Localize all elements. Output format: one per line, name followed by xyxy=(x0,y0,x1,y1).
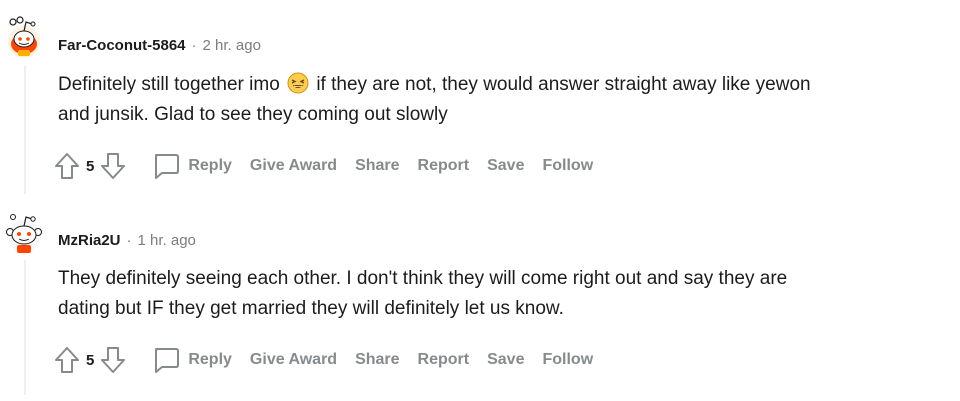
comment-text: Definitely still together imo xyxy=(58,74,280,95)
comment-body: They definitely seeing each other. I don… xyxy=(58,264,948,324)
report-button[interactable]: Report xyxy=(418,157,470,175)
comment-text: dating but IF they get married they will… xyxy=(58,298,564,319)
snoo-avatar-icon xyxy=(8,16,40,58)
upvote-arrow-icon xyxy=(55,347,79,373)
comment-text: They definitely seeing each other. I don… xyxy=(58,268,788,289)
author-name[interactable]: Far-Coconut-5864 xyxy=(58,37,186,54)
follow-button[interactable]: Follow xyxy=(542,351,593,369)
share-button[interactable]: Share xyxy=(355,351,399,369)
comment-body: Definitely still together imo if they ar… xyxy=(58,70,948,130)
reply-label: Reply xyxy=(188,157,232,174)
comment: Far-Coconut-5864 · 2 hr. ago Definitely … xyxy=(0,0,960,200)
avatar[interactable] xyxy=(4,16,44,58)
comment: MzRia2U · 1 hr. ago They definitely seei… xyxy=(0,200,960,401)
comment-text: and junsik. Glad to see they coming out … xyxy=(58,104,448,125)
avatar[interactable] xyxy=(4,208,44,253)
report-button[interactable]: Report xyxy=(418,351,470,369)
downvote-arrow-icon xyxy=(101,347,126,373)
give-award-button[interactable]: Give Award xyxy=(250,351,337,369)
upvote-button[interactable] xyxy=(54,346,80,374)
downvote-arrow-icon xyxy=(101,153,126,179)
reply-bubble-icon xyxy=(155,348,180,373)
separator: · xyxy=(126,232,132,249)
downvote-button[interactable] xyxy=(100,152,126,180)
grinning-squinting-face-icon xyxy=(287,72,309,94)
comment-meta: MzRia2U · 1 hr. ago xyxy=(58,232,196,249)
share-button[interactable]: Share xyxy=(355,157,399,175)
author-name[interactable]: MzRia2U xyxy=(58,232,121,249)
thread-line[interactable] xyxy=(24,260,26,395)
save-button[interactable]: Save xyxy=(487,157,524,175)
reply-label: Reply xyxy=(188,351,232,368)
upvote-button[interactable] xyxy=(54,152,80,180)
downvote-button[interactable] xyxy=(100,346,126,374)
give-award-button[interactable]: Give Award xyxy=(250,157,337,175)
reply-bubble-icon xyxy=(155,154,180,179)
vote-score: 5 xyxy=(86,351,95,369)
snoo-avatar-icon xyxy=(6,214,42,253)
follow-button[interactable]: Follow xyxy=(542,157,593,175)
reply-button[interactable]: Reply xyxy=(152,346,232,374)
comment-actions: 5 Reply Give Award Share Report Save Fol… xyxy=(54,151,593,181)
comment-actions: 5 Reply Give Award Share Report Save Fol… xyxy=(54,345,593,375)
timestamp[interactable]: 1 hr. ago xyxy=(138,232,196,249)
save-button[interactable]: Save xyxy=(487,351,524,369)
comment-meta: Far-Coconut-5864 · 2 hr. ago xyxy=(58,37,261,54)
upvote-arrow-icon xyxy=(55,153,79,179)
comment-text: if they are not, they would answer strai… xyxy=(316,74,811,95)
reply-button[interactable]: Reply xyxy=(152,152,232,180)
timestamp[interactable]: 2 hr. ago xyxy=(203,37,261,54)
separator: · xyxy=(191,37,197,54)
thread-line[interactable] xyxy=(24,66,26,194)
vote-score: 5 xyxy=(86,157,95,175)
